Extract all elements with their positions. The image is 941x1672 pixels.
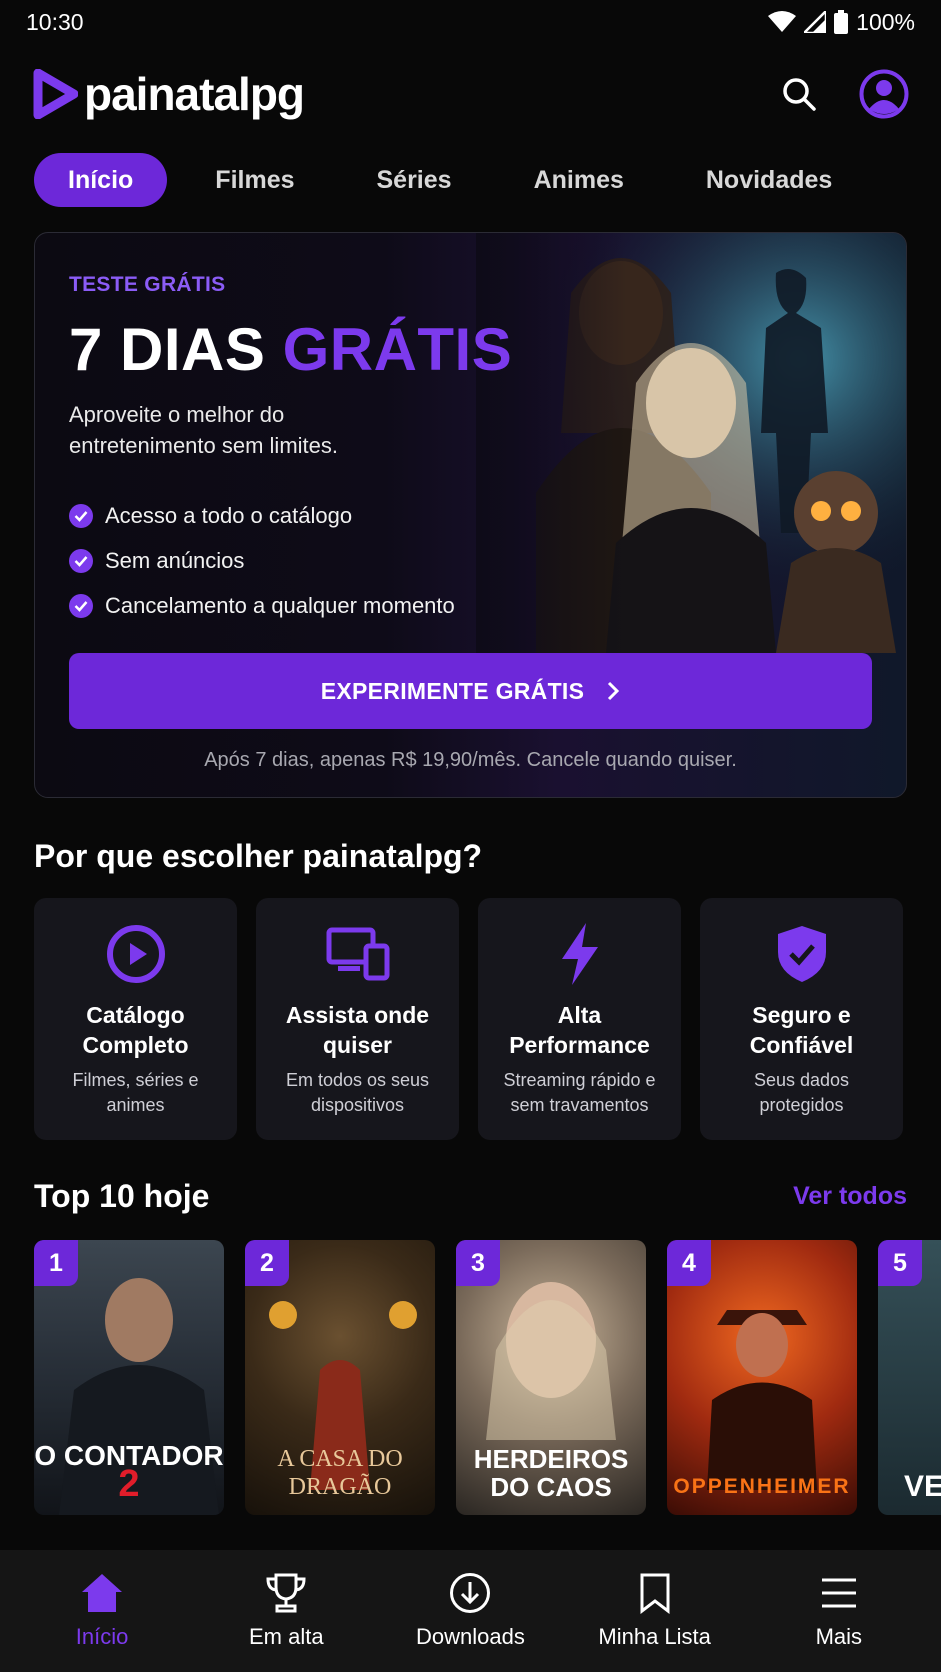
rank-badge: 2 — [245, 1240, 289, 1286]
why-card-subtitle: Filmes, séries e animes — [72, 1070, 199, 1115]
feature-label: Acesso a todo o catálogo — [105, 502, 353, 528]
promo-title-accent: GRÁTIS — [282, 316, 513, 383]
try-free-button[interactable]: EXPERIMENTE GRÁTIS — [69, 653, 872, 729]
free-trial-banner: TESTE GRÁTIS 7 DIAS GRÁTIS Aproveite o m… — [34, 232, 907, 798]
nav-label: Mais — [815, 1624, 863, 1649]
poster-card[interactable]: 3 HERDEIROS DO CAOS — [456, 1240, 646, 1515]
wifi-icon — [768, 11, 797, 32]
profile-icon[interactable] — [859, 69, 909, 119]
check-icon — [69, 548, 93, 573]
nav-label: Início — [75, 1624, 129, 1649]
why-card-subtitle: Em todos os seus dispositivos — [285, 1070, 430, 1115]
bottom-nav: Início Em alta Downloads Minha Lista Mai… — [0, 1550, 941, 1672]
poster-title-line: DRAGÃO — [288, 1474, 392, 1500]
why-cards: Catálogo Completo Filmes, séries e anime… — [34, 898, 903, 1140]
devices-icon — [326, 927, 389, 981]
play-circle-icon — [106, 925, 165, 983]
rank-badge: 5 — [878, 1240, 922, 1286]
promo-features: Acesso a todo o catálogo Sem anúncios Ca… — [69, 493, 455, 628]
poster-card[interactable]: 4 OPPENHEIMER — [667, 1240, 857, 1515]
menu-icon — [821, 1578, 856, 1608]
lightning-icon — [561, 923, 598, 985]
promo-kicker: TESTE GRÁTIS — [69, 273, 226, 296]
why-card-title: Catálogo Completo — [82, 1002, 189, 1058]
feature-label: Cancelamento a qualquer momento — [105, 592, 455, 618]
why-card: Alta Performance Streaming rápido e sem … — [478, 898, 681, 1140]
top10-carousel: 1 O CONTADOR 2 2 A CASA DO DRAGÃO 3 HERDE… — [34, 1240, 941, 1515]
rank-badge: 1 — [34, 1240, 78, 1286]
tab-filmes[interactable]: Filmes — [181, 153, 328, 207]
top10-title: Top 10 hoje — [34, 1178, 210, 1214]
logo-text: painatalpg — [84, 68, 305, 120]
bookmark-icon — [640, 1573, 670, 1614]
nav-label: Downloads — [416, 1624, 525, 1649]
nav-em-alta[interactable]: Em alta — [196, 1572, 376, 1650]
why-card-title: Assista onde quiser — [285, 1002, 430, 1058]
battery-icon — [834, 10, 849, 34]
see-all-link[interactable]: Ver todos — [793, 1182, 907, 1211]
poster-title: OPPENHEIMER — [673, 1475, 851, 1498]
why-card-subtitle: Streaming rápido e sem travamentos — [503, 1070, 656, 1115]
app-header: painatalpg — [32, 60, 909, 128]
nav-inicio[interactable]: Início — [12, 1572, 192, 1650]
logo-play-icon — [33, 69, 78, 119]
poster-title-line: DO CAOS — [490, 1472, 612, 1502]
battery-level: 100% — [856, 8, 915, 35]
download-icon — [450, 1573, 491, 1613]
tab-inicio[interactable]: Início — [34, 153, 168, 207]
promo-pricing-note: Após 7 dias, apenas R$ 19,90/mês. Cancel… — [204, 749, 737, 771]
trophy-icon — [266, 1573, 306, 1613]
search-icon[interactable] — [781, 76, 817, 112]
status-icons: 100% — [768, 9, 915, 36]
tab-animes[interactable]: Animes — [500, 153, 658, 207]
poster-card[interactable]: 2 A CASA DO DRAGÃO — [245, 1240, 435, 1515]
chevron-right-icon — [608, 681, 620, 701]
rank-badge: 4 — [667, 1240, 711, 1286]
why-card-title: Alta Performance — [509, 1002, 650, 1058]
category-tabs: Início Filmes Séries Animes Novidades — [34, 153, 866, 207]
rank-badge: 3 — [456, 1240, 500, 1286]
nav-minha-lista[interactable]: Minha Lista — [565, 1572, 745, 1650]
status-bar: 10:30 100% — [0, 0, 941, 44]
nav-label: Em alta — [248, 1624, 324, 1649]
home-icon — [82, 1574, 123, 1612]
shield-check-icon — [777, 926, 826, 982]
tab-series[interactable]: Séries — [343, 153, 486, 207]
poster-card[interactable]: 5 VE — [878, 1240, 941, 1515]
status-time: 10:30 — [26, 8, 84, 35]
check-icon — [69, 593, 93, 618]
poster-title: O CONTADOR 2 — [34, 1442, 224, 1504]
promo-description: Aproveite o melhor do entretenimento sem… — [69, 402, 338, 458]
poster-title: HERDEIROS DO CAOS — [456, 1445, 646, 1501]
poster-title-line: HERDEIROS — [473, 1444, 629, 1474]
why-card: Catálogo Completo Filmes, séries e anime… — [34, 898, 237, 1140]
list-item: Cancelamento a qualquer momento — [69, 583, 455, 628]
nav-label: Minha Lista — [598, 1624, 711, 1649]
poster-title: VE — [904, 1470, 941, 1503]
promo-artwork — [476, 233, 906, 653]
why-card: Seguro e Confiável Seus dados protegidos — [700, 898, 903, 1140]
why-section-title: Por que escolher painatalpg? — [34, 838, 483, 874]
app-logo[interactable]: painatalpg — [32, 67, 305, 121]
poster-title: A CASA DO DRAGÃO — [245, 1445, 435, 1501]
nav-mais[interactable]: Mais — [749, 1572, 929, 1650]
tab-novidades[interactable]: Novidades — [672, 153, 866, 207]
check-icon — [69, 503, 93, 528]
list-item: Sem anúncios — [69, 538, 455, 583]
why-card-subtitle: Seus dados protegidos — [753, 1070, 850, 1115]
why-card-title: Seguro e Confiável — [749, 1002, 854, 1058]
promo-title: 7 DIAS GRÁTIS — [69, 315, 512, 384]
try-free-label: EXPERIMENTE GRÁTIS — [320, 677, 585, 704]
poster-title-line: A CASA DO — [277, 1446, 403, 1472]
list-item: Acesso a todo o catálogo — [69, 493, 455, 538]
why-card: Assista onde quiser Em todos os seus dis… — [256, 898, 459, 1140]
poster-card[interactable]: 1 O CONTADOR 2 — [34, 1240, 224, 1515]
nav-downloads[interactable]: Downloads — [380, 1572, 560, 1650]
feature-label: Sem anúncios — [105, 547, 245, 573]
poster-title-number: 2 — [118, 1463, 140, 1505]
signal-icon — [804, 11, 827, 33]
promo-title-main: 7 DIAS — [69, 316, 283, 383]
